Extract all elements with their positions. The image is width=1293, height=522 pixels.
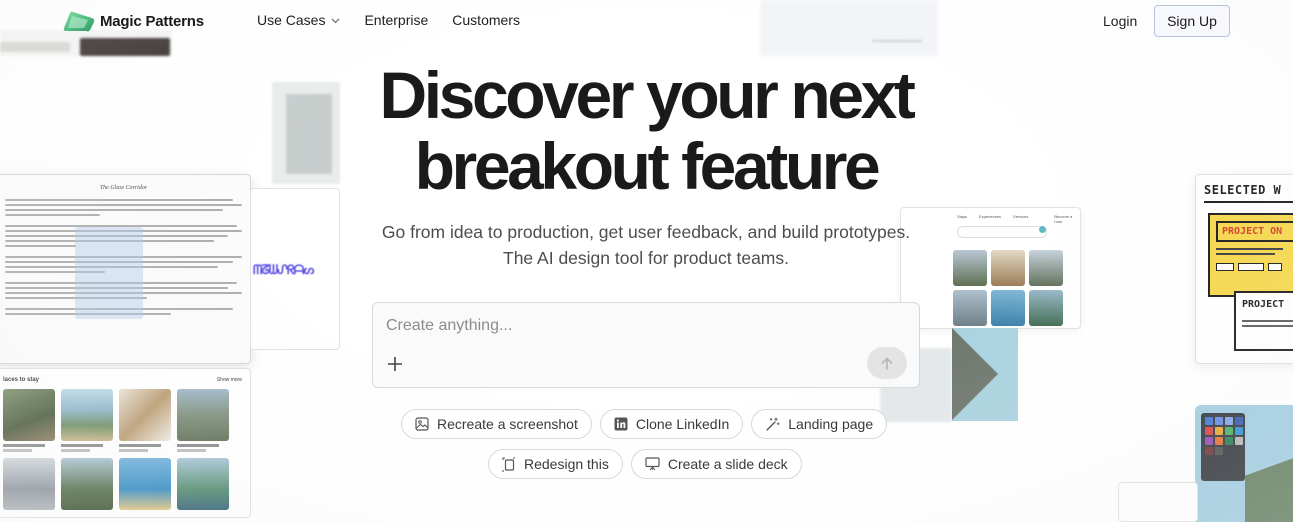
linkedin-icon bbox=[614, 417, 628, 431]
doc-preview-title: The Glass Corridor bbox=[99, 185, 148, 191]
add-attachment-button[interactable] bbox=[385, 352, 405, 376]
brand-name: Magic Patterns bbox=[100, 12, 204, 30]
chip-label: Clone LinkedIn bbox=[635, 416, 730, 432]
bg-card-bottom-right bbox=[1118, 482, 1198, 522]
redesign-icon bbox=[502, 456, 515, 472]
brand-logo[interactable]: Magic Patterns bbox=[62, 10, 204, 32]
plus-icon bbox=[388, 357, 402, 371]
chip-clone-linkedin[interactable]: Clone LinkedIn bbox=[599, 409, 744, 439]
nav-use-cases-label: Use Cases bbox=[257, 12, 326, 28]
portfolio-title: SELECTED W bbox=[1204, 183, 1293, 203]
stays-more-link: Show more bbox=[216, 377, 242, 383]
chip-label: Landing page bbox=[788, 416, 874, 432]
nav-use-cases[interactable]: Use Cases bbox=[257, 12, 340, 28]
bg-stays-preview: laces to stay Show more bbox=[0, 368, 251, 518]
suggestion-row-2: Redesign this Create a slide deck bbox=[488, 449, 802, 479]
hero-subtitle-line-1: Go from idea to production, get user fee… bbox=[381, 222, 911, 242]
nav-links: Use Cases Enterprise Customers bbox=[257, 12, 520, 28]
magic-wand-icon bbox=[766, 417, 780, 431]
bg-portfolio-preview: SELECTED W PROJECT ON PROJECT bbox=[1195, 174, 1293, 364]
project-two-title: PROJECT bbox=[1242, 299, 1285, 310]
signup-button[interactable]: Sign Up bbox=[1154, 5, 1230, 37]
chip-redesign-this[interactable]: Redesign this bbox=[488, 449, 623, 479]
chip-label: Create a slide deck bbox=[667, 456, 788, 472]
presentation-icon bbox=[645, 457, 660, 471]
prompt-box bbox=[372, 302, 920, 388]
nav-enterprise[interactable]: Enterprise bbox=[364, 12, 428, 28]
bg-document-preview: The Glass Corridor bbox=[0, 174, 251, 364]
chevron-down-icon bbox=[331, 16, 340, 26]
send-button[interactable] bbox=[867, 347, 907, 379]
prompt-input[interactable] bbox=[386, 317, 906, 335]
hero-title: Discover your next breakout feature bbox=[379, 58, 915, 203]
hero-subtitle: Go from idea to production, get user fee… bbox=[330, 219, 962, 271]
chip-recreate-screenshot[interactable]: Recreate a screenshot bbox=[401, 409, 592, 439]
top-nav: Magic Patterns Use Cases Enterprise Cust… bbox=[0, 0, 1293, 42]
hero-subtitle-line-2: The AI design tool for product teams. bbox=[503, 248, 789, 268]
stays-heading: laces to stay bbox=[3, 377, 40, 383]
nav-customers[interactable]: Customers bbox=[452, 12, 520, 28]
logo-mark-icon bbox=[63, 11, 95, 32]
project-one-title: PROJECT ON bbox=[1216, 221, 1293, 242]
image-icon bbox=[415, 417, 429, 431]
arrow-up-icon bbox=[881, 357, 893, 370]
chip-label: Redesign this bbox=[524, 456, 609, 472]
chip-create-slide-deck[interactable]: Create a slide deck bbox=[630, 449, 802, 479]
login-link[interactable]: Login bbox=[1103, 13, 1137, 29]
bg-palette-preview bbox=[1195, 405, 1293, 522]
chip-label: Recreate a screenshot bbox=[437, 416, 578, 432]
bg-scribble-preview: ᗰᘔᗯᔑᖇᗩᔕ bbox=[250, 188, 340, 350]
suggestion-row-1: Recreate a screenshot Clone LinkedIn Lan… bbox=[401, 409, 888, 439]
bg-teal-block bbox=[952, 328, 1018, 421]
chip-landing-page[interactable]: Landing page bbox=[751, 409, 888, 439]
